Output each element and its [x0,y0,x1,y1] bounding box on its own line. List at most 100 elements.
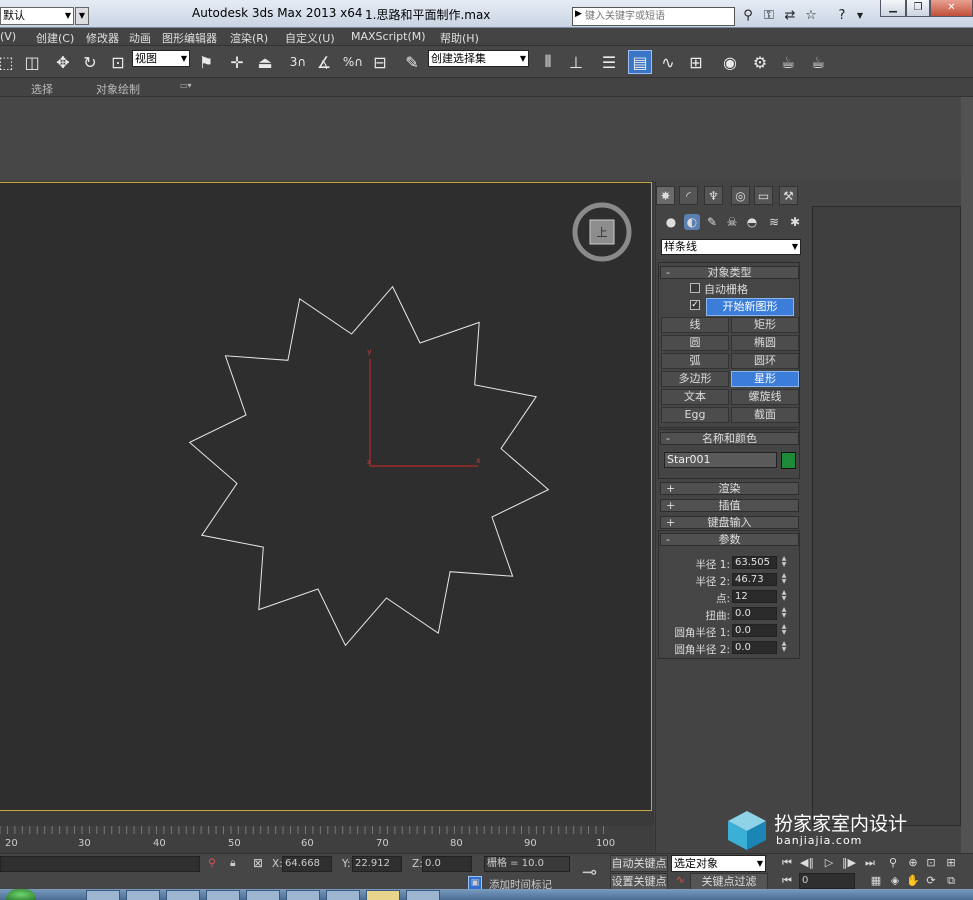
ribbon-tab-selection[interactable]: 选择 [31,81,53,97]
render-setup-icon[interactable]: ⚙ [748,50,772,74]
menu-help[interactable]: 帮助(H) [440,30,479,46]
workspace-dropdown[interactable]: 默认 ▼ [0,7,74,25]
param-field[interactable]: 0.0 [732,607,777,620]
orbit-icon[interactable]: ⟳ [922,873,940,889]
systems-icon[interactable]: ✱ [787,214,803,230]
cameras-icon[interactable]: ☠ [724,214,740,230]
y-coordinate-field[interactable]: 22.912 [352,856,402,872]
circle-button[interactable]: 圆 [661,335,729,351]
parameters-header[interactable]: - 参数 [660,533,799,546]
ellipse-button[interactable]: 椭圆 [731,335,799,351]
key-mode-toggle-icon[interactable]: ⏮ [778,873,796,889]
rendering-rollout-header[interactable]: + 渲染 [660,482,799,495]
star-button[interactable]: 星形 [731,371,799,387]
display-tab-icon[interactable]: ▭ [754,186,773,205]
viewcube[interactable]: 上 [572,202,632,262]
taskbar-app[interactable] [366,890,400,900]
spinner-snap-icon[interactable]: ⊟ [368,50,392,74]
select-manipulate-icon[interactable]: ✛ [225,50,249,74]
select-region-icon[interactable]: ⬚ [0,50,18,74]
auto-grid-checkbox[interactable] [690,283,700,293]
modify-tab-icon[interactable]: ◜ [679,186,698,205]
start-new-shape-button[interactable]: 开始新图形 [706,298,794,316]
taskbar-app[interactable] [326,890,360,900]
space-warps-icon[interactable]: ≋ [766,214,782,230]
workspace-menu-button[interactable]: ▼ [75,7,89,25]
material-editor-icon[interactable]: ◉ [718,50,742,74]
section-button[interactable]: 截面 [731,407,799,423]
restore-button[interactable]: ❐ [906,0,930,17]
timeline-track[interactable]: 20 30 40 50 60 70 80 90 100 [0,826,654,853]
category-dropdown[interactable]: 样条线 ▼ [661,239,801,255]
scale-icon[interactable]: ⊡ [106,50,130,74]
schematic-view-icon[interactable]: ⊞ [684,50,708,74]
maximize-viewport-icon[interactable]: ⧉ [942,873,960,889]
donut-button[interactable]: 圆环 [731,353,799,369]
lights-icon[interactable]: ✎ [704,214,720,230]
maxscript-listener[interactable] [0,856,200,872]
exchange-icon[interactable]: ⇄ [782,8,798,24]
menu-rendering[interactable]: 渲染(R) [230,30,268,46]
close-button[interactable]: ✕ [930,0,973,17]
key-icon[interactable]: ⚿ [761,8,777,24]
zoom-extents-all-icon[interactable]: ⊞ [942,855,960,871]
spinner-arrows-icon[interactable]: ▲ ▼ [780,573,788,586]
line-button[interactable]: 线 [661,317,729,333]
param-field[interactable]: 46.73 [732,573,777,586]
minimize-button[interactable]: ▁ [880,0,906,17]
rotate-icon[interactable]: ↻ [78,50,102,74]
param-field[interactable]: 0.0 [732,641,777,654]
star-icon[interactable]: ☆ [803,8,819,24]
align-icon[interactable]: ⊥ [564,50,588,74]
go-to-end-icon[interactable]: ⏭ [861,855,879,871]
text-button[interactable]: 文本 [661,389,729,405]
set-key-button[interactable]: 设置关键点 [610,873,668,890]
keyboard-shortcut-icon[interactable]: ⏏ [253,50,277,74]
key-filters-button[interactable]: 关键点过滤器... [690,873,768,900]
spinner-arrows-icon[interactable]: ▲ ▼ [780,607,788,620]
taskbar-app[interactable] [406,890,440,900]
ribbon-options-icon[interactable]: ▭▾ [180,81,192,90]
rectangle-button[interactable]: 矩形 [731,317,799,333]
angle-snap-icon[interactable]: ∡ [312,50,336,74]
pan-icon[interactable]: ✋ [904,873,922,889]
egg-button[interactable]: Egg [661,407,729,423]
lock-icon[interactable]: 🔒︎ [230,857,236,870]
interpolation-rollout-header[interactable]: + 插值 [660,499,799,512]
help-search-box[interactable]: ▶ [572,7,735,26]
pivot-center-icon[interactable]: ⚑ [194,50,218,74]
spinner-arrows-icon[interactable]: ▲ ▼ [780,556,788,569]
binoculars-icon[interactable]: ⚲ [740,8,756,24]
keyboard-entry-rollout-header[interactable]: + 键盘输入 [660,516,799,529]
taskbar-app[interactable] [126,890,160,900]
zoom-extents-icon[interactable]: ⊡ [922,855,940,871]
time-tag-icon[interactable]: ▣ [468,876,482,890]
arc-button[interactable]: 弧 [661,353,729,369]
set-key-icon[interactable]: ⊸ [582,862,597,883]
taskbar-app[interactable] [206,890,240,900]
time-config-icon[interactable]: ▦ [867,873,885,889]
snap-toggle-icon[interactable]: 3 ∩ [286,50,310,74]
menu-view[interactable]: (V) [0,30,16,43]
help-icon[interactable]: ? [834,8,850,24]
help-search-input[interactable] [585,9,733,24]
reference-coord-dropdown[interactable]: 视图 ▼ [132,50,190,67]
menu-modifiers[interactable]: 修改器 [86,30,119,46]
object-type-header[interactable]: - 对象类型 [660,266,799,279]
param-field[interactable]: 12 [732,590,777,603]
hierarchy-tab-icon[interactable]: ♆ [704,186,723,205]
absolute-mode-icon[interactable]: ⊠ [253,856,263,870]
auto-key-button[interactable]: 自动关键点 [610,855,668,872]
spinner-arrows-icon[interactable]: ▲ ▼ [780,590,788,603]
rendered-frame-icon[interactable]: ☕ [776,50,800,74]
current-frame-field[interactable]: 0 [799,873,855,889]
curve-editor-icon[interactable]: ∿ [656,50,680,74]
helix-button[interactable]: 螺旋线 [731,389,799,405]
right-scroll-strip[interactable] [961,97,973,857]
name-color-header[interactable]: - 名称和颜色 [660,432,799,445]
go-to-start-icon[interactable]: ⏮ [778,855,796,871]
geometry-icon[interactable]: ● [663,214,679,230]
viewport-top[interactable]: y x z 上 [0,182,652,811]
helpers-icon[interactable]: ◓ [744,214,760,230]
menu-graph-editors[interactable]: 图形编辑器 [162,30,217,46]
